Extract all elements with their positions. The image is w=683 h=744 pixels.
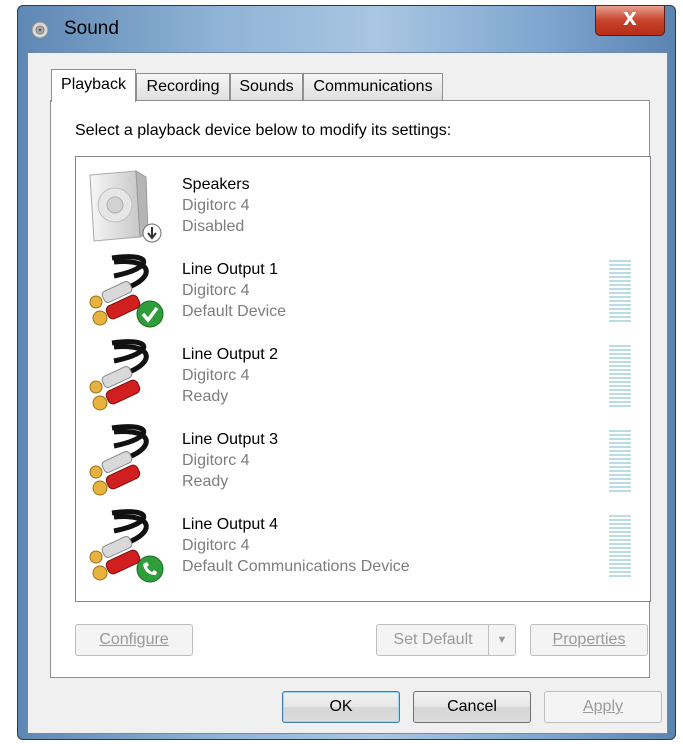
volume-meter	[609, 345, 631, 409]
title-bar[interactable]: Sound X	[18, 6, 675, 52]
default-check-badge	[136, 300, 164, 328]
configure-label: Configure	[99, 631, 169, 648]
device-name: Speakers	[182, 176, 250, 193]
device-name: Line Output 1	[182, 261, 279, 278]
device-name: Line Output 2	[182, 346, 279, 363]
volume-meter	[609, 430, 631, 494]
configure-button[interactable]: Configure	[75, 624, 193, 656]
rca-cable-icon	[89, 254, 164, 328]
window-title: Sound	[64, 18, 119, 39]
sound-app-icon	[31, 21, 49, 39]
list-item-line-output-2[interactable]: Line Output 2 Digitorc 4 Ready	[76, 333, 650, 418]
chevron-down-icon[interactable]: ▼	[488, 625, 515, 655]
speaker-icon	[89, 170, 162, 243]
device-driver: Digitorc 4	[182, 367, 250, 384]
list-item-line-output-1[interactable]: Line Output 1 Digitorc 4 Default Device	[76, 248, 650, 333]
tab-recording[interactable]: Recording	[136, 73, 230, 101]
apply-label: Apply	[582, 698, 624, 715]
device-status: Ready	[182, 473, 229, 490]
device-status: Ready	[182, 388, 229, 405]
device-name: Line Output 4	[182, 516, 279, 533]
tab-communications[interactable]: Communications	[303, 73, 443, 101]
set-default-label: Set Default	[393, 631, 473, 648]
sound-dialog: Sound X Playback Recording Sounds Commun…	[17, 5, 676, 740]
rca-cable-icon	[89, 509, 164, 583]
cancel-button[interactable]: Cancel	[413, 691, 531, 723]
rca-cable-icon	[89, 424, 149, 496]
device-driver: Digitorc 4	[182, 452, 250, 469]
device-status: Default Device	[182, 303, 287, 320]
properties-label: Properties	[552, 631, 626, 648]
close-button[interactable]: X	[595, 6, 665, 36]
device-status: Default Communications Device	[182, 558, 410, 575]
apply-button[interactable]: Apply	[544, 691, 662, 723]
volume-meter	[609, 260, 631, 324]
device-driver: Digitorc 4	[182, 537, 250, 554]
volume-meter	[609, 515, 631, 579]
list-item-speakers[interactable]: Speakers Digitorc 4 Disabled	[76, 163, 650, 248]
dialog-client-area: Playback Recording Sounds Communications…	[27, 52, 668, 734]
rca-cable-icon	[89, 339, 149, 411]
tab-playback[interactable]: Playback	[51, 69, 136, 102]
properties-button[interactable]: Properties	[530, 624, 648, 656]
device-status: Disabled	[182, 218, 245, 235]
device-list[interactable]: Speakers Digitorc 4 Disabled Line Output…	[75, 156, 651, 602]
device-name: Line Output 3	[182, 431, 279, 448]
disabled-arrow-badge	[142, 223, 162, 243]
device-driver: Digitorc 4	[182, 282, 250, 299]
tab-sounds[interactable]: Sounds	[230, 73, 303, 101]
device-driver: Digitorc 4	[182, 197, 250, 214]
list-item-line-output-4[interactable]: Line Output 4 Digitorc 4 Default Communi…	[76, 503, 650, 588]
phone-badge	[136, 555, 164, 583]
ok-button[interactable]: OK	[282, 691, 400, 723]
set-default-button[interactable]: Set Default ▼	[376, 624, 516, 656]
playback-panel: Select a playback device below to modify…	[50, 100, 651, 678]
instruction-text: Select a playback device below to modify…	[75, 122, 452, 139]
list-item-line-output-3[interactable]: Line Output 3 Digitorc 4 Ready	[76, 418, 650, 503]
